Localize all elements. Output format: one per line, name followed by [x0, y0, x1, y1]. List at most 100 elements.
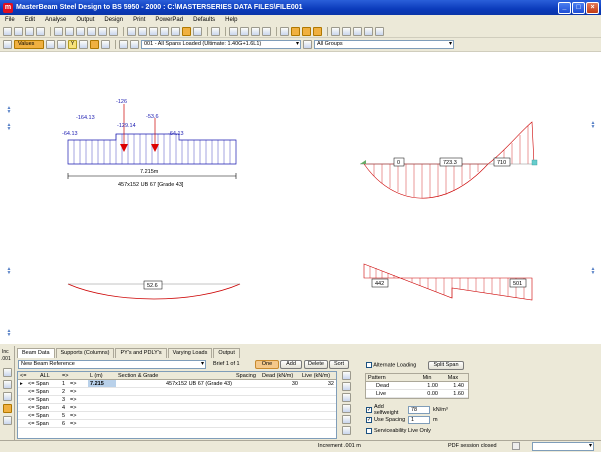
minimize-icon[interactable]: _ — [558, 1, 571, 14]
toggle-y-icon[interactable]: Y — [68, 40, 77, 49]
open-file-icon[interactable] — [14, 26, 23, 36]
span-prev-button[interactable]: <= Span — [26, 380, 60, 387]
menu-file[interactable]: File — [0, 17, 20, 23]
menu-design[interactable]: Design — [99, 17, 128, 23]
side-tool-icon[interactable] — [3, 392, 12, 401]
span-live-cell[interactable]: 32 — [300, 380, 336, 387]
grid-z-icon[interactable] — [160, 26, 169, 36]
sort-button[interactable]: Sort — [329, 360, 349, 369]
menu-defaults[interactable]: Defaults — [188, 17, 220, 23]
one-button[interactable]: One — [255, 360, 279, 369]
arrow-down-icon[interactable] — [109, 26, 118, 36]
table-row[interactable]: <= Span 2 => — [18, 388, 336, 396]
save-icon[interactable] — [25, 26, 34, 36]
redo-icon[interactable] — [65, 26, 74, 36]
close-icon[interactable]: × — [586, 1, 599, 14]
use-spacing-checkbox[interactable]: ✓ — [366, 417, 372, 423]
header-prev[interactable]: <= — [18, 372, 38, 379]
grid-x-icon[interactable] — [138, 26, 147, 36]
mesh-icon[interactable] — [240, 26, 249, 36]
add-selfweight-checkbox[interactable]: ✓ — [366, 407, 372, 413]
new-file-icon[interactable] — [3, 26, 12, 36]
span-prev-button[interactable]: <= Span — [26, 396, 60, 403]
move-down-icon[interactable] — [342, 393, 351, 402]
toggle-red-icon[interactable] — [101, 40, 110, 49]
menu-help[interactable]: Help — [220, 17, 242, 23]
pattern-min[interactable]: 1.00 — [414, 382, 440, 389]
menu-analyse[interactable]: Analyse — [40, 17, 71, 23]
insert-row-icon[interactable] — [342, 404, 351, 413]
table-row[interactable]: <= Span 6 => — [18, 420, 336, 428]
span-length-cell[interactable]: 7.215 — [88, 380, 116, 387]
menu-edit[interactable]: Edit — [20, 17, 40, 23]
prev-case-icon[interactable] — [119, 40, 128, 49]
shear-view-icon[interactable] — [313, 26, 322, 36]
span-next-button[interactable]: => — [68, 396, 88, 403]
table-row[interactable]: ▸ <= Span 1 => 7.215 457x152 UB 67 (Grad… — [18, 380, 336, 388]
values-button[interactable]: Values — [14, 40, 44, 49]
tab-beam-data[interactable]: Beam Data — [17, 348, 55, 358]
render-icon[interactable] — [229, 26, 238, 36]
toggle-u-icon[interactable] — [57, 40, 66, 49]
tab-pys-pdlys[interactable]: PY's and PDLY's — [115, 348, 167, 358]
alternate-loading-checkbox[interactable] — [366, 362, 372, 368]
pane-scroll-grip[interactable]: ▲ ▼ — [6, 123, 12, 132]
undo-icon[interactable] — [54, 26, 63, 36]
add-member-icon[interactable] — [127, 26, 136, 36]
span-prev-button[interactable]: <= Span — [26, 420, 60, 427]
spacing-input[interactable]: 1 — [408, 416, 430, 424]
split-span-button[interactable]: Split Span — [428, 361, 464, 370]
add-button[interactable]: Add — [280, 360, 302, 369]
pane-scroll-grip[interactable]: ▲ ▼ — [590, 267, 596, 276]
side-tool-icon[interactable] — [3, 380, 12, 389]
pane-scroll-grip[interactable]: ▲ ▼ — [6, 267, 12, 276]
side-tool-icon[interactable] — [3, 404, 12, 413]
toggle-d-icon[interactable] — [79, 40, 88, 49]
toggle-load-icon[interactable] — [90, 40, 99, 49]
copy-icon[interactable] — [36, 26, 45, 36]
tab-output[interactable]: Output — [213, 348, 240, 358]
span-section-cell[interactable]: 457x152 UB 67 (Grade 43) — [116, 380, 234, 387]
copy-row-icon[interactable] — [342, 415, 351, 424]
pattern-row[interactable]: Live 0.00 1.60 — [366, 390, 468, 398]
pattern-row[interactable]: Dead 1.00 1.40 — [366, 382, 468, 390]
close-view-icon[interactable] — [375, 26, 384, 36]
print-icon[interactable] — [353, 26, 362, 36]
zoom-icon[interactable] — [87, 26, 96, 36]
span-prev-button[interactable]: <= Span — [26, 388, 60, 395]
span-dead-cell[interactable]: 30 — [260, 380, 300, 387]
span-next-button[interactable]: => — [68, 412, 88, 419]
pattern-min[interactable]: 0.00 — [414, 390, 440, 397]
status-select[interactable] — [532, 442, 594, 451]
grid-view-icon[interactable] — [251, 26, 260, 36]
table-row[interactable]: <= Span 5 => — [18, 412, 336, 420]
tab-varying-loads[interactable]: Varying Loads — [167, 348, 213, 358]
selfweight-input[interactable]: 78 — [408, 406, 430, 414]
table-row[interactable]: <= Span 4 => — [18, 404, 336, 412]
span-spacing-cell[interactable] — [234, 380, 260, 387]
loadcase-select[interactable]: 001 - All Spans Loaded (Ultimate: 1.40G+… — [141, 40, 301, 49]
maximize-icon[interactable]: □ — [572, 1, 585, 14]
spans-table[interactable]: <= ALL => L (m) Section & Grade Spacing … — [17, 371, 337, 439]
moment-view-icon[interactable] — [302, 26, 311, 36]
header-next[interactable]: => — [60, 372, 88, 379]
beam-view-icon[interactable] — [291, 26, 300, 36]
grid-y-icon[interactable] — [149, 26, 158, 36]
grid-xy-icon[interactable] — [171, 26, 180, 36]
menu-output[interactable]: Output — [71, 17, 99, 23]
groups-icon[interactable] — [303, 40, 312, 49]
pdf-icon[interactable] — [512, 442, 520, 450]
pattern-max[interactable]: 1.60 — [440, 390, 466, 397]
section-icon[interactable] — [182, 26, 191, 36]
report-icon[interactable] — [331, 26, 340, 36]
axis-icon[interactable] — [280, 26, 289, 36]
beam-reference-select[interactable]: New Beam Reference — [18, 360, 206, 369]
table-row[interactable]: <= Span 3 => — [18, 396, 336, 404]
check-icon[interactable] — [211, 26, 220, 36]
pane-scroll-grip[interactable]: ▲ ▼ — [6, 329, 12, 338]
span-prev-button[interactable]: <= Span — [26, 404, 60, 411]
span-next-button[interactable]: => — [68, 420, 88, 427]
toggle-s-icon[interactable] — [46, 40, 55, 49]
load-icon[interactable] — [193, 26, 202, 36]
alternate-loading-option[interactable]: Alternate Loading — [366, 362, 416, 368]
